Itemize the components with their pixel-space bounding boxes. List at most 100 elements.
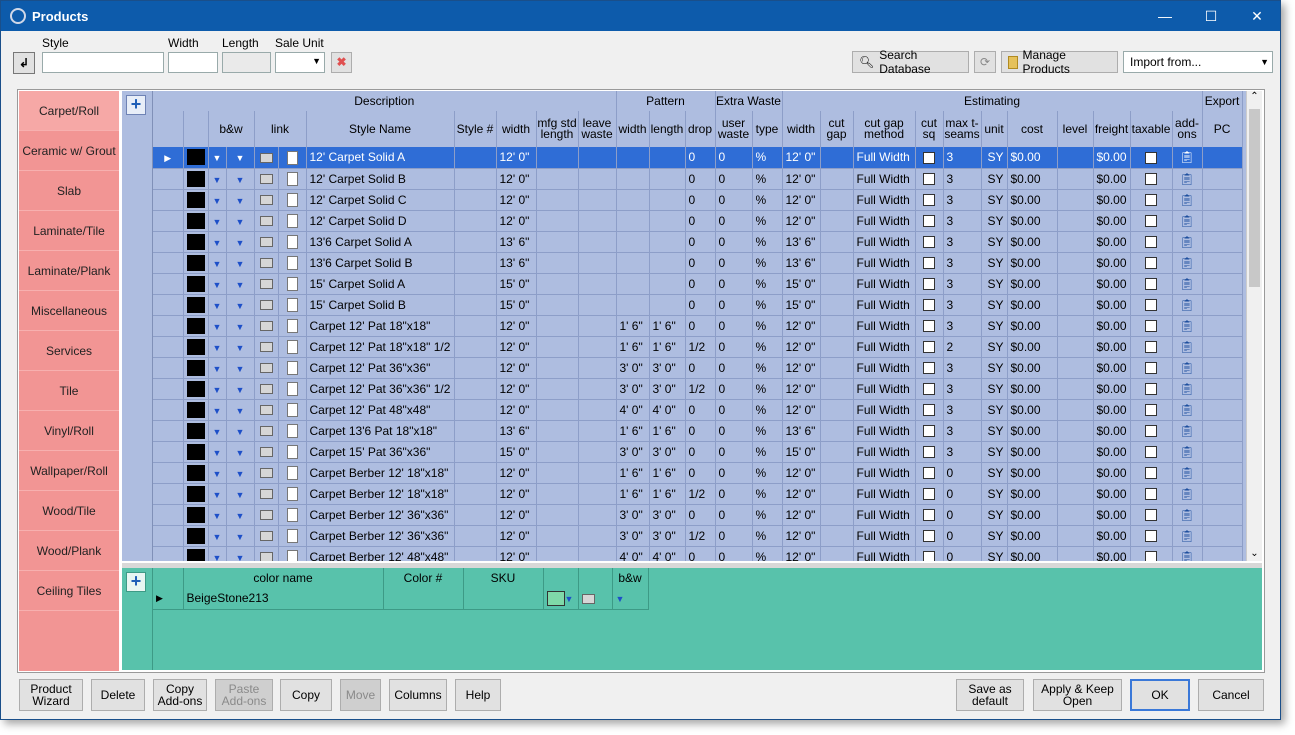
pattern-width-cell[interactable]: 3' 0" — [616, 525, 650, 547]
width-cell[interactable]: 12' 0" — [496, 147, 537, 169]
unit-cell[interactable]: SY — [981, 420, 1008, 442]
est-width-cell[interactable]: 13' 6" — [782, 252, 821, 274]
clipboard-icon[interactable]: 📋︎ — [1179, 445, 1194, 459]
freight-cell[interactable]: $0.00 — [1093, 273, 1131, 295]
image-cell[interactable] — [254, 147, 279, 169]
leave-waste-cell[interactable] — [578, 294, 617, 316]
cost-cell[interactable]: $0.00 — [1007, 210, 1058, 232]
pattern-width-cell[interactable] — [616, 231, 650, 253]
taxable-checkbox[interactable] — [1145, 299, 1158, 312]
cut-sq-checkbox[interactable] — [923, 404, 935, 417]
cut-sq-cell[interactable] — [915, 147, 944, 169]
chevron-down-icon[interactable]: ▼ — [213, 553, 222, 562]
save-as-default-button[interactable]: Save as default — [956, 679, 1024, 711]
cost-cell[interactable]: $0.00 — [1007, 525, 1058, 547]
row-indicator[interactable] — [153, 210, 184, 232]
color-swatch[interactable] — [186, 359, 205, 376]
category-item[interactable]: Slab — [19, 171, 119, 211]
chevron-down-icon[interactable]: ▼ — [213, 511, 222, 521]
add-ons-cell[interactable]: 📋︎ — [1172, 336, 1203, 358]
pattern-width-cell[interactable]: 4' 0" — [616, 546, 650, 561]
pc-cell[interactable] — [1202, 210, 1243, 232]
image-cell[interactable] — [254, 462, 279, 484]
freight-cell[interactable]: $0.00 — [1093, 147, 1131, 169]
pc-cell[interactable] — [1202, 462, 1243, 484]
leave-waste-cell[interactable] — [578, 441, 617, 463]
image-icon[interactable] — [259, 489, 273, 500]
style-no-cell[interactable] — [454, 147, 497, 169]
leave-waste-cell[interactable] — [578, 210, 617, 232]
product-wizard-button[interactable]: Product Wizard — [19, 679, 83, 711]
drop-cell[interactable]: 0 — [685, 399, 716, 421]
cut-gap-method-cell[interactable]: Full Width — [853, 336, 916, 358]
cut-gap-method-cell[interactable]: Full Width — [853, 168, 916, 190]
max-t-seams-cell[interactable]: 3 — [943, 294, 982, 316]
drop-cell[interactable]: 0 — [685, 168, 716, 190]
cut-sq-cell[interactable] — [915, 378, 944, 400]
level-cell[interactable] — [1057, 483, 1094, 505]
width-cell[interactable]: 12' 0" — [496, 336, 537, 358]
category-item[interactable]: Carpet/Roll — [19, 91, 119, 131]
bw-dropdown[interactable]: ▼ — [226, 420, 255, 442]
document-icon[interactable] — [286, 465, 298, 480]
grid-vertical-scrollbar[interactable]: ⌃ ⌄ — [1246, 91, 1262, 561]
cut-gap-method-cell[interactable]: Full Width — [853, 210, 916, 232]
pattern-length-cell[interactable] — [649, 168, 686, 190]
bw-dropdown[interactable]: ▼ — [226, 525, 255, 547]
color-cell[interactable] — [183, 525, 209, 547]
link-cell[interactable] — [278, 420, 307, 442]
leave-waste-cell[interactable] — [578, 399, 617, 421]
clipboard-icon[interactable]: 📋︎ — [1179, 150, 1194, 164]
cut-gap-cell[interactable] — [820, 546, 854, 561]
cut-gap-cell[interactable] — [820, 357, 854, 379]
row-indicator[interactable] — [153, 483, 184, 505]
cut-gap-cell[interactable] — [820, 441, 854, 463]
row-indicator[interactable] — [153, 336, 184, 358]
style-name-cell[interactable]: 15' Carpet Solid A — [306, 273, 455, 295]
color-dropdown[interactable]: ▼ — [208, 147, 227, 169]
style-name-cell[interactable]: Carpet 13'6 Pat 18"x18" — [306, 420, 455, 442]
color-row[interactable]: ▶ BeigeStone213 ▼ ▼ — [153, 588, 649, 610]
cost-cell[interactable]: $0.00 — [1007, 357, 1058, 379]
color-cell[interactable] — [183, 189, 209, 211]
pattern-width-cell[interactable] — [616, 294, 650, 316]
color-swatch[interactable] — [186, 422, 205, 439]
drop-cell[interactable]: 0 — [685, 273, 716, 295]
refresh-icon[interactable]: ⟳ — [974, 51, 996, 73]
row-indicator[interactable] — [153, 399, 184, 421]
cut-sq-checkbox[interactable] — [923, 194, 935, 207]
document-icon[interactable] — [286, 192, 298, 207]
level-cell[interactable] — [1057, 231, 1094, 253]
image-icon[interactable] — [259, 174, 273, 185]
chevron-down-icon[interactable]: ▼ — [236, 280, 245, 290]
max-t-seams-cell[interactable]: 0 — [943, 462, 982, 484]
leave-waste-cell[interactable] — [578, 336, 617, 358]
pc-cell[interactable] — [1202, 336, 1243, 358]
cut-gap-cell[interactable] — [820, 168, 854, 190]
unit-cell[interactable]: SY — [981, 315, 1008, 337]
taxable-cell[interactable] — [1130, 357, 1173, 379]
cut-gap-method-cell[interactable]: Full Width — [853, 420, 916, 442]
image-icon[interactable] — [259, 531, 273, 542]
color-dropdown[interactable]: ▼ — [208, 189, 227, 211]
document-icon[interactable] — [286, 486, 298, 501]
chevron-down-icon[interactable]: ▼ — [213, 322, 222, 332]
image-cell[interactable] — [254, 315, 279, 337]
table-row[interactable]: ▼ ▼ Carpet Berber 12' 18"x18" 12' 0" 1' 6" 1'… — [153, 462, 1243, 484]
pc-cell[interactable] — [1202, 441, 1243, 463]
drop-cell[interactable]: 1/2 — [685, 525, 716, 547]
style-no-cell[interactable] — [454, 168, 497, 190]
cut-gap-cell[interactable] — [820, 189, 854, 211]
row-indicator[interactable] — [153, 525, 184, 547]
color-cell[interactable] — [183, 273, 209, 295]
taxable-checkbox[interactable] — [1145, 320, 1158, 333]
color-cell[interactable] — [183, 294, 209, 316]
cut-sq-cell[interactable] — [915, 546, 944, 561]
row-indicator[interactable] — [153, 168, 184, 190]
mfg-std-length-cell[interactable] — [536, 399, 579, 421]
image-cell[interactable] — [254, 336, 279, 358]
style-no-cell[interactable] — [454, 252, 497, 274]
row-indicator[interactable] — [153, 546, 184, 561]
pattern-width-cell[interactable]: 3' 0" — [616, 357, 650, 379]
mfg-std-length-cell[interactable] — [536, 315, 579, 337]
